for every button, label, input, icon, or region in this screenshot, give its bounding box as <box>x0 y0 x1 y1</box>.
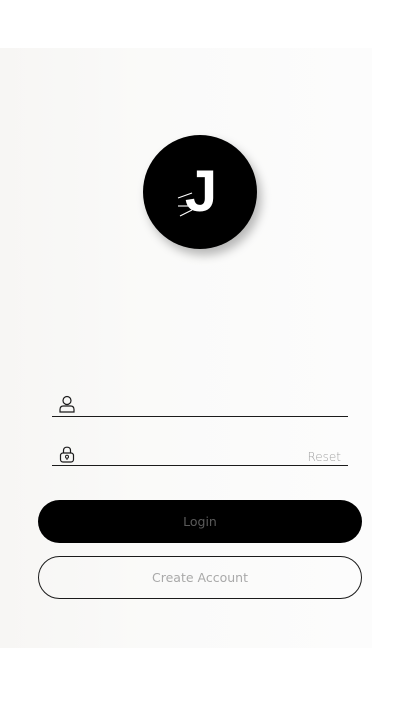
login-screen: J Reset Login Create Account <box>0 48 372 648</box>
svg-text:J: J <box>185 159 217 224</box>
user-icon <box>59 395 75 417</box>
reset-password-link[interactable]: Reset <box>307 450 341 464</box>
login-button[interactable]: Login <box>38 500 362 543</box>
app-logo: J <box>143 135 257 249</box>
j-logo-icon: J <box>177 159 217 224</box>
username-field[interactable] <box>52 392 348 417</box>
username-input[interactable] <box>82 392 312 416</box>
password-input[interactable] <box>82 444 312 465</box>
lock-icon <box>59 446 75 467</box>
create-account-button[interactable]: Create Account <box>38 556 362 599</box>
password-field[interactable]: Reset <box>52 444 348 466</box>
